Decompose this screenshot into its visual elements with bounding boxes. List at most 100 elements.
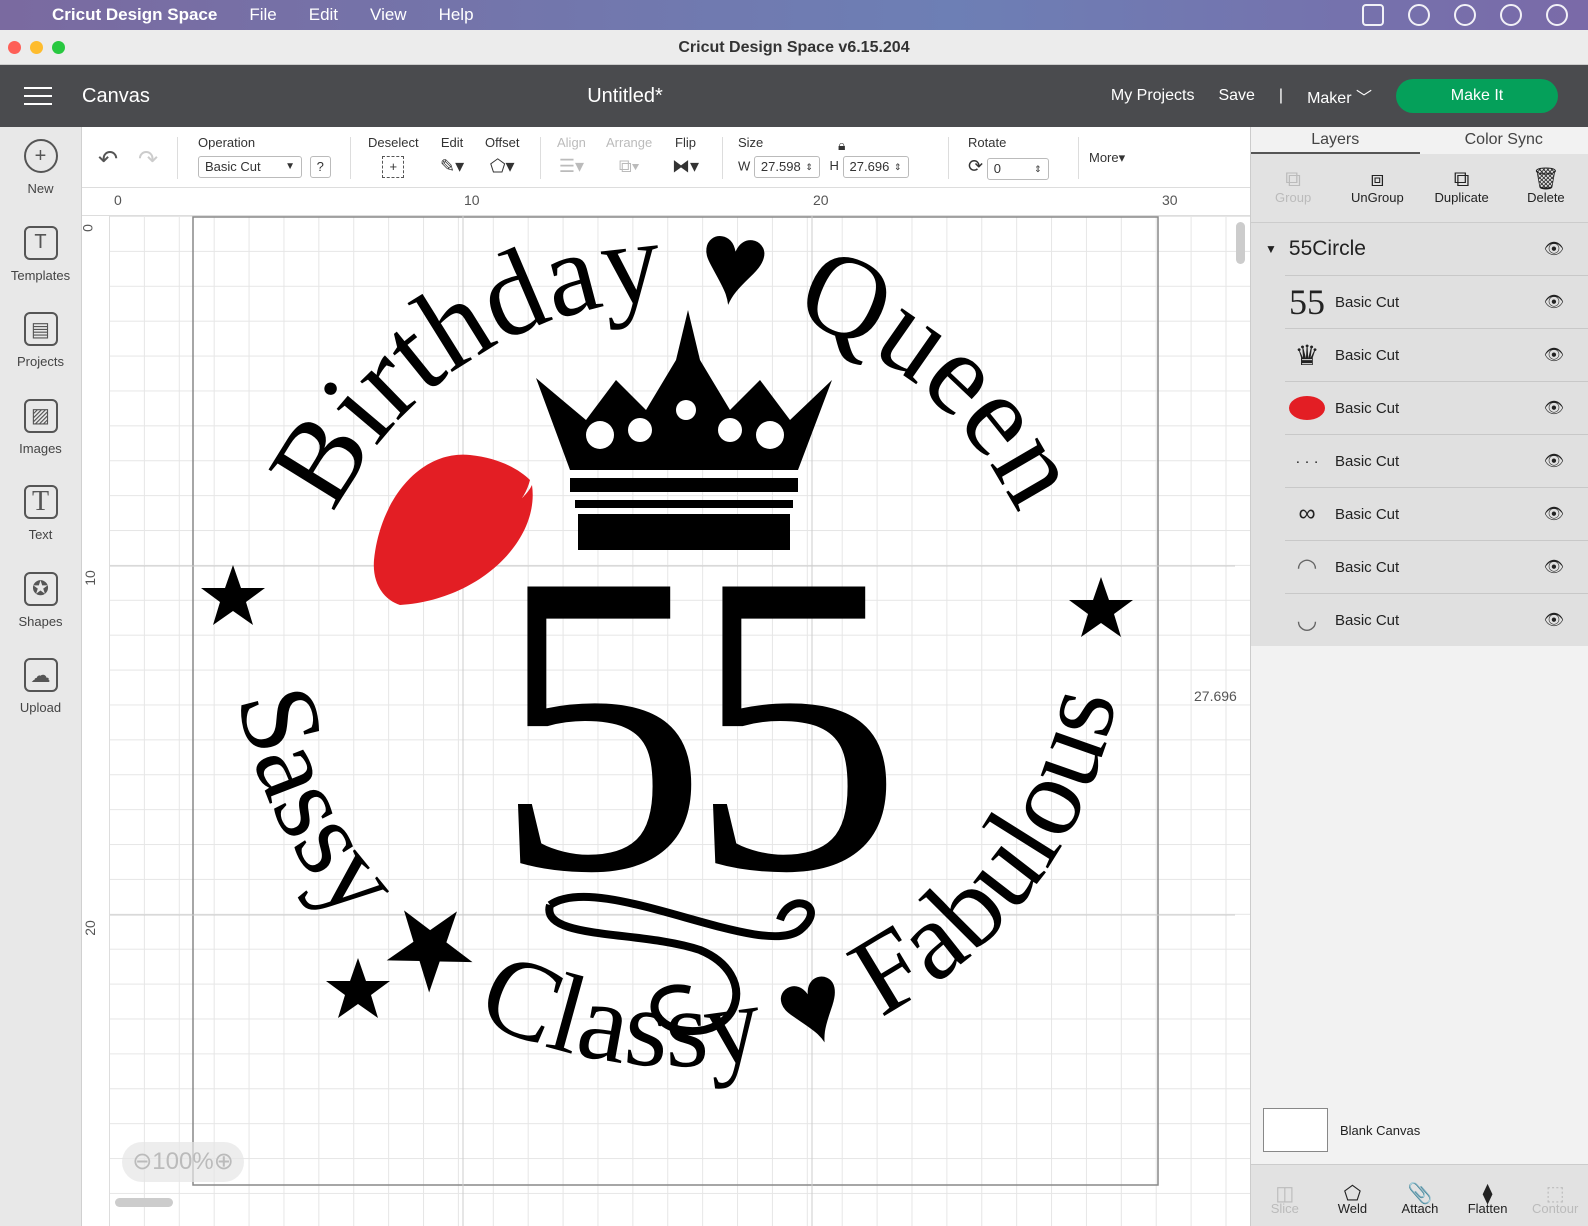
contour-button[interactable]: ⬚ Contour: [1521, 1165, 1588, 1226]
hamburger-menu-icon[interactable]: [24, 81, 52, 111]
app-header: Canvas Untitled* My Projects Save | Make…: [0, 65, 1588, 127]
arrange-label: Arrange: [606, 135, 653, 150]
offset-icon[interactable]: ⬠▾: [490, 156, 515, 176]
layer-thumbnail: ∞: [1298, 500, 1316, 527]
slice-icon: ◫: [1275, 1183, 1295, 1205]
sidebar-label: Images: [19, 440, 62, 456]
tab-layers[interactable]: Layers: [1251, 127, 1420, 154]
zoom-window-button[interactable]: [52, 41, 65, 54]
edit-label: Edit: [440, 135, 464, 150]
weld-button[interactable]: ⬠ Weld: [1319, 1165, 1387, 1226]
undo-icon[interactable]: ↶: [98, 145, 118, 174]
eye-icon[interactable]: 👁︎: [1544, 451, 1564, 471]
ungroup-button[interactable]: ⧈ UnGroup: [1335, 154, 1419, 222]
layer-row[interactable]: ◠ Basic Cut 👁︎: [1285, 540, 1588, 593]
more-button[interactable]: More▾: [1089, 150, 1125, 166]
canvas-swatch[interactable]: [1263, 1108, 1328, 1152]
eye-icon[interactable]: 👁︎: [1544, 610, 1564, 630]
plus-icon: +: [23, 139, 58, 173]
attach-button[interactable]: 📎 Attach: [1386, 1165, 1454, 1226]
blank-canvas-row[interactable]: Blank Canvas: [1263, 1108, 1420, 1152]
group-name: 55Circle: [1288, 237, 1366, 260]
make-it-button[interactable]: Make It: [1396, 79, 1558, 113]
sidebar-item-projects[interactable]: ▤ Projects: [0, 300, 81, 387]
edit-pencil-icon[interactable]: ✎▾: [440, 156, 464, 176]
sidebar-item-text[interactable]: T Text: [0, 473, 81, 560]
layer-thumbnail: ◠: [1296, 553, 1318, 581]
eye-icon[interactable]: 👁︎: [1544, 398, 1564, 418]
machine-label: Maker: [1307, 90, 1352, 107]
height-readout: 27.696: [1194, 688, 1237, 704]
tab-color-sync[interactable]: Color Sync: [1420, 127, 1588, 154]
weld-icon: ⬠: [1343, 1183, 1362, 1205]
vertical-scrollbar[interactable]: [1236, 222, 1245, 264]
sidebar-item-upload[interactable]: ☁ Upload: [0, 646, 81, 733]
layer-thumbnail: [1285, 388, 1329, 428]
play-icon[interactable]: [1454, 4, 1476, 26]
rotate-input[interactable]: 0 ⇕: [986, 157, 1049, 180]
lock-icon[interactable]: 🔒︎: [838, 137, 845, 154]
rotate-value: 0: [993, 160, 1001, 176]
layer-group-row[interactable]: ▼ 55Circle 👁︎: [1251, 223, 1588, 275]
status-tray: [1362, 4, 1568, 26]
redo-icon[interactable]: ↷: [138, 145, 158, 174]
group-button[interactable]: ⧉ Group: [1251, 154, 1335, 222]
machine-select[interactable]: Maker ﹀: [1307, 84, 1372, 108]
header-divider: |: [1278, 87, 1284, 104]
layer-label: Basic Cut: [1335, 558, 1400, 576]
eye-icon[interactable]: 👁︎: [1544, 239, 1564, 259]
sidebar-item-images[interactable]: ▨ Images: [0, 387, 81, 474]
minimize-window-button[interactable]: [30, 41, 43, 54]
sidebar-item-new[interactable]: + New: [0, 127, 81, 214]
arrange-icon[interactable]: ⧉▾: [619, 156, 639, 176]
horizontal-scrollbar[interactable]: [115, 1198, 173, 1207]
slice-button[interactable]: ◫ Slice: [1251, 1165, 1319, 1226]
duplicate-icon: ⧉: [1453, 166, 1470, 191]
menu-view[interactable]: View: [370, 5, 407, 25]
cloud-icon[interactable]: [1408, 4, 1430, 26]
layer-row[interactable]: ◡ Basic Cut 👁︎: [1285, 593, 1588, 646]
airdrop-icon[interactable]: [1500, 4, 1522, 26]
align-icon[interactable]: ☰▾: [559, 156, 584, 176]
width-input[interactable]: 27.598 ⇕: [753, 156, 820, 178]
paperclip-icon: 📎: [1407, 1183, 1433, 1205]
menu-app[interactable]: Cricut Design Space: [52, 5, 217, 25]
layer-row[interactable]: 55 Basic Cut 👁︎: [1285, 275, 1588, 328]
height-input[interactable]: 27.696 ⇕: [842, 156, 909, 178]
zoom-control[interactable]: ⊖100%⊕: [122, 1142, 244, 1182]
eye-icon[interactable]: 👁︎: [1544, 504, 1564, 524]
caret-down-icon[interactable]: ▼: [1265, 242, 1277, 256]
sidebar-item-shapes[interactable]: ✪ Shapes: [0, 560, 81, 647]
width-value: 27.598: [760, 159, 801, 174]
action-label: Weld: [1337, 1201, 1368, 1216]
operation-select[interactable]: Basic Cut ▼: [198, 156, 302, 178]
help-button[interactable]: ?: [309, 156, 331, 178]
deselect-icon[interactable]: +: [382, 156, 405, 178]
headphones-icon[interactable]: [1546, 4, 1568, 26]
width-label: W: [738, 158, 751, 174]
eye-icon[interactable]: 👁︎: [1544, 557, 1564, 577]
duplicate-button[interactable]: ⧉ Duplicate: [1420, 154, 1504, 222]
layer-row[interactable]: ∞ Basic Cut 👁︎: [1285, 487, 1588, 540]
document-title[interactable]: Untitled*: [0, 85, 1250, 108]
menu-help[interactable]: Help: [439, 5, 474, 25]
layer-row[interactable]: Basic Cut 👁︎: [1285, 381, 1588, 434]
zoom-level: 100%: [152, 1148, 214, 1175]
design-artwork[interactable]: Birthday ♥ Queen Sassy ★ Classy ♥ Fabulo…: [82, 188, 1250, 1226]
save-button[interactable]: Save: [1218, 87, 1254, 105]
delete-button[interactable]: 🗑 Delete: [1504, 154, 1588, 222]
flatten-button[interactable]: ⧫ Flatten: [1454, 1165, 1522, 1226]
eye-icon[interactable]: 👁︎: [1544, 292, 1564, 312]
layer-row[interactable]: ♛ Basic Cut 👁︎: [1285, 328, 1588, 381]
layer-row[interactable]: · · · Basic Cut 👁︎: [1285, 434, 1588, 487]
menu-edit[interactable]: Edit: [309, 5, 338, 25]
sidebar-item-templates[interactable]: T Templates: [0, 214, 81, 301]
flip-icon[interactable]: ⧓▾: [672, 156, 699, 176]
close-window-button[interactable]: [8, 41, 21, 54]
menu-file[interactable]: File: [249, 5, 276, 25]
camera-icon[interactable]: [1362, 4, 1384, 26]
my-projects-link[interactable]: My Projects: [1111, 87, 1195, 105]
sidebar-label: Templates: [10, 267, 71, 283]
group-icon: ⧉: [1285, 166, 1301, 191]
eye-icon[interactable]: 👁︎: [1544, 345, 1564, 365]
